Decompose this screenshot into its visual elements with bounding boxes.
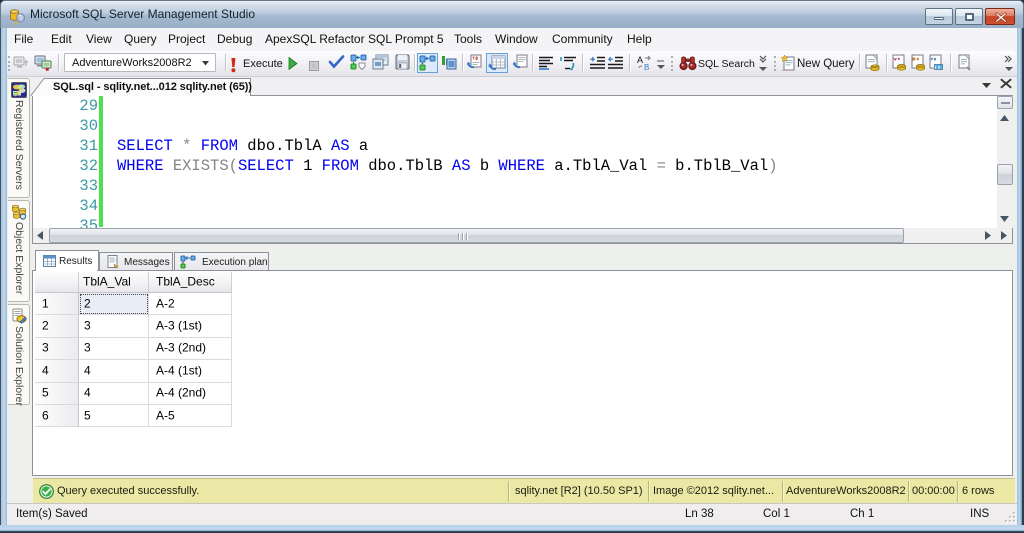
- svg-text:B: B: [644, 63, 649, 71]
- svg-text:A: A: [637, 55, 643, 65]
